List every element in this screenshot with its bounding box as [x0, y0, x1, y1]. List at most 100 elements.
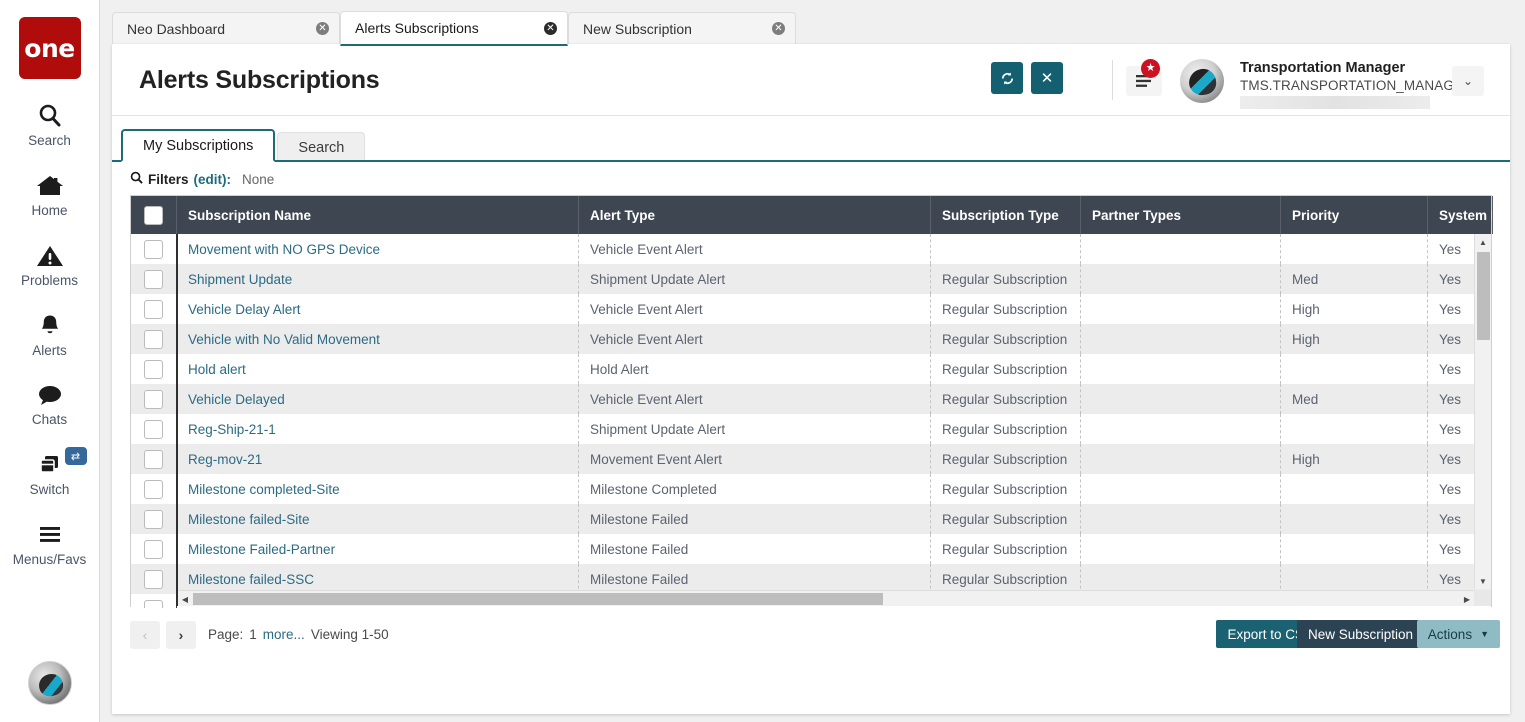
sidebar-item-menus-favs[interactable]: Menus/Favs: [0, 520, 100, 568]
row-checkbox-cell[interactable]: [131, 264, 177, 294]
scroll-up-icon[interactable]: ▲: [1475, 234, 1491, 250]
filters-edit-link[interactable]: (edit):: [194, 172, 232, 187]
window-tab-new-subscription[interactable]: New Subscription ✕: [568, 12, 796, 44]
window-tab-neo-dashboard[interactable]: Neo Dashboard ✕: [112, 12, 340, 44]
table-row[interactable]: Vehicle with No Valid MovementVehicle Ev…: [131, 324, 1491, 354]
cell-subscription-name[interactable]: Vehicle with No Valid Movement: [177, 324, 579, 354]
filters-label: Filters: [148, 172, 189, 187]
cell-priority: High: [1281, 294, 1428, 324]
cell-subscription-type: Regular Subscription: [931, 444, 1081, 474]
chevron-down-icon: ▼: [1480, 629, 1489, 639]
row-checkbox[interactable]: [144, 330, 163, 349]
table-row[interactable]: Milestone Failed-PartnerMilestone Failed…: [131, 534, 1491, 564]
grid-horizontal-scrollbar[interactable]: ◀ ▶: [178, 590, 1474, 606]
cell-subscription-name[interactable]: Vehicle Delay Alert: [177, 294, 579, 324]
sidebar-item-home[interactable]: Home: [0, 171, 100, 219]
grid-body: Movement with NO GPS DeviceVehicle Event…: [131, 234, 1491, 608]
table-row[interactable]: Reg-Ship-21-1Shipment Update AlertRegula…: [131, 414, 1491, 444]
close-icon[interactable]: ✕: [772, 22, 785, 35]
cell-subscription-name[interactable]: Milestone failed-Site: [177, 504, 579, 534]
row-checkbox[interactable]: [144, 420, 163, 439]
switch-badge-icon[interactable]: ⇄: [65, 447, 87, 465]
vertical-scroll-thumb[interactable]: [1477, 252, 1490, 340]
pagination-info: Page: 1 more... Viewing 1-50: [208, 627, 389, 642]
row-checkbox-cell[interactable]: [131, 594, 177, 608]
refresh-icon: [1000, 71, 1015, 86]
tab-my-subscriptions[interactable]: My Subscriptions: [121, 129, 275, 162]
row-checkbox-cell[interactable]: [131, 294, 177, 324]
row-checkbox-cell[interactable]: [131, 444, 177, 474]
sidebar-item-chats[interactable]: Chats: [0, 380, 100, 428]
row-checkbox-cell[interactable]: [131, 504, 177, 534]
row-checkbox[interactable]: [144, 240, 163, 259]
cell-subscription-name[interactable]: Milestone completed-Site: [177, 474, 579, 504]
refresh-button[interactable]: [991, 62, 1023, 94]
row-checkbox-cell[interactable]: [131, 414, 177, 444]
sidebar-item-alerts[interactable]: Alerts: [0, 311, 100, 359]
cell-subscription-name[interactable]: Movement with NO GPS Device: [177, 234, 579, 264]
select-all-checkbox[interactable]: [144, 206, 163, 225]
grid-vertical-scrollbar[interactable]: ▲ ▼: [1474, 234, 1491, 589]
table-row[interactable]: Milestone completed-SiteMilestone Comple…: [131, 474, 1491, 504]
column-header-alert-type: Alert Type: [579, 196, 931, 234]
page-number: 1: [249, 627, 257, 642]
sidebar-item-switch[interactable]: ⇄ Switch: [0, 450, 100, 498]
row-checkbox-cell[interactable]: [131, 534, 177, 564]
cell-subscription-name[interactable]: Shipment Update: [177, 264, 579, 294]
row-checkbox[interactable]: [144, 510, 163, 529]
header-avatar[interactable]: [1180, 59, 1224, 103]
sidebar-item-problems[interactable]: Problems: [0, 241, 100, 289]
rail-user-avatar[interactable]: [28, 661, 72, 705]
row-checkbox[interactable]: [144, 360, 163, 379]
cell-subscription-name[interactable]: Reg-Ship-21-1: [177, 414, 579, 444]
next-page-button[interactable]: ›: [166, 621, 196, 649]
cell-subscription-name[interactable]: Milestone Failed-Partner: [177, 534, 579, 564]
close-icon[interactable]: ✕: [544, 22, 557, 35]
cell-partner-types: [1081, 384, 1281, 414]
close-page-button[interactable]: ✕: [1031, 62, 1063, 94]
table-row[interactable]: Movement with NO GPS DeviceVehicle Event…: [131, 234, 1491, 264]
header-redacted-text: [1240, 96, 1430, 109]
more-link[interactable]: more...: [263, 627, 305, 642]
sidebar-item-search[interactable]: Search: [0, 101, 100, 149]
table-row[interactable]: Hold alertHold AlertRegular Subscription…: [131, 354, 1491, 384]
cell-subscription-name[interactable]: Reg-mov-21: [177, 444, 579, 474]
actions-button[interactable]: Actions ▼: [1417, 620, 1500, 648]
table-row[interactable]: Vehicle Delay AlertVehicle Event AlertRe…: [131, 294, 1491, 324]
chevron-down-icon[interactable]: ⌄: [1452, 66, 1484, 96]
row-checkbox-cell[interactable]: [131, 234, 177, 264]
table-row[interactable]: Vehicle DelayedVehicle Event AlertRegula…: [131, 384, 1491, 414]
cell-subscription-name[interactable]: Vehicle Delayed: [177, 384, 579, 414]
row-checkbox-cell[interactable]: [131, 354, 177, 384]
row-checkbox-cell[interactable]: [131, 324, 177, 354]
row-checkbox-cell[interactable]: [131, 384, 177, 414]
column-header-system-d: System D: [1428, 196, 1493, 234]
horizontal-scroll-thumb[interactable]: [193, 593, 883, 605]
close-icon[interactable]: ✕: [316, 22, 329, 35]
table-row[interactable]: Milestone failed-SiteMilestone FailedReg…: [131, 504, 1491, 534]
table-row[interactable]: Shipment UpdateShipment Update AlertRegu…: [131, 264, 1491, 294]
row-checkbox[interactable]: [144, 450, 163, 469]
row-checkbox[interactable]: [144, 480, 163, 499]
one-logo[interactable]: one: [19, 17, 81, 79]
row-checkbox[interactable]: [144, 570, 163, 589]
cell-subscription-name[interactable]: Hold alert: [177, 354, 579, 384]
new-subscription-button[interactable]: New Subscription: [1297, 620, 1424, 648]
row-checkbox[interactable]: [144, 390, 163, 409]
page-panel: Alerts Subscriptions ✕ ★ Transportation …: [112, 44, 1510, 714]
select-all-checkbox-cell[interactable]: [131, 196, 177, 234]
cell-alert-type: Vehicle Event Alert: [579, 294, 931, 324]
scroll-left-icon[interactable]: ◀: [178, 591, 192, 607]
tab-search[interactable]: Search: [277, 132, 365, 162]
row-checkbox[interactable]: [144, 300, 163, 319]
row-checkbox-cell[interactable]: [131, 474, 177, 504]
prev-page-button[interactable]: ‹: [130, 621, 160, 649]
row-checkbox[interactable]: [144, 540, 163, 559]
row-checkbox[interactable]: [144, 270, 163, 289]
row-checkbox-cell[interactable]: [131, 564, 177, 594]
inner-tab-bar: My Subscriptions Search: [112, 129, 1510, 162]
window-tab-alerts-subscriptions[interactable]: Alerts Subscriptions ✕: [340, 11, 568, 46]
scroll-down-icon[interactable]: ▼: [1475, 573, 1491, 589]
table-row[interactable]: Reg-mov-21Movement Event AlertRegular Su…: [131, 444, 1491, 474]
scroll-right-icon[interactable]: ▶: [1460, 591, 1474, 607]
